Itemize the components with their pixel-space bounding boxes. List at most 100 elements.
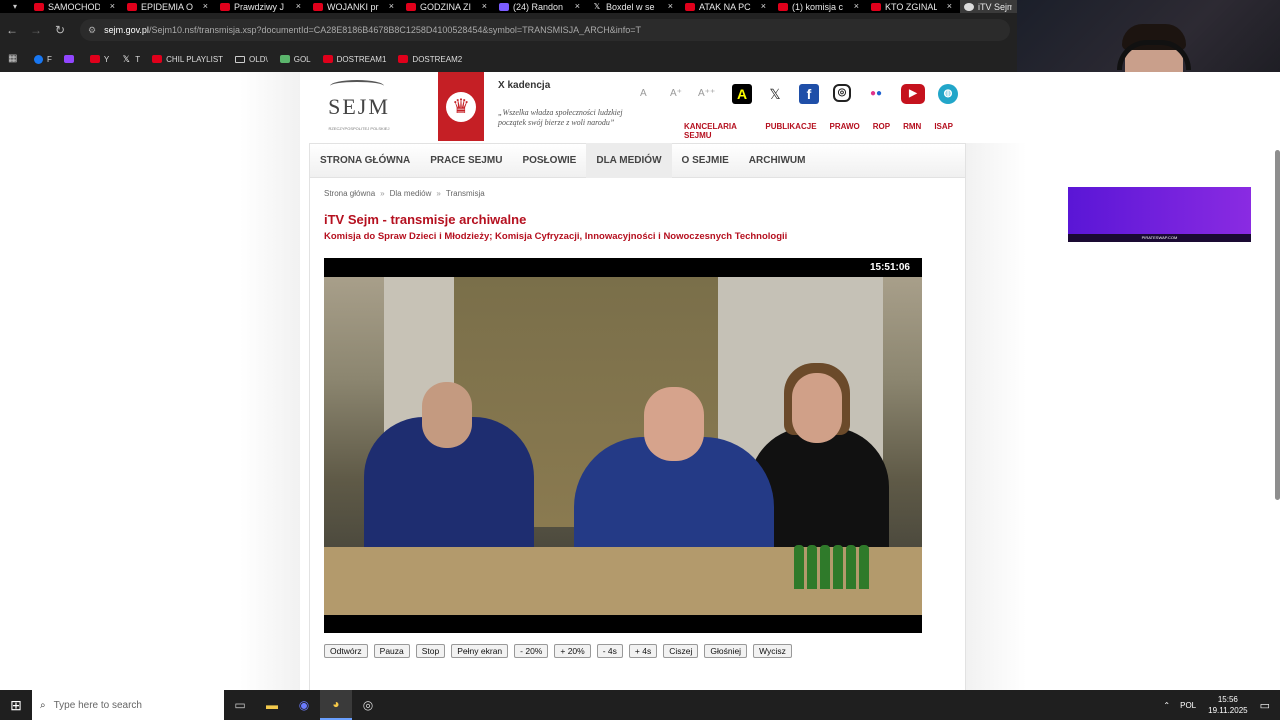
bookmark-f[interactable]: F (34, 54, 52, 64)
bookmark-old[interactable]: OLD\ (235, 55, 268, 64)
video-player[interactable]: 15:51:06 (324, 258, 922, 633)
a-icon[interactable]: A (732, 84, 752, 104)
sejm-logo[interactable]: SEJM RZECZYPOSPOLITEJ POLSKIEJ (324, 80, 394, 136)
bookmark-y[interactable]: Y (89, 55, 109, 64)
tab-2[interactable]: Prawdziwy J × (216, 0, 309, 13)
main-nav: STRONA GŁÓWNA PRACE SEJMU POSŁOWIE DLA M… (309, 143, 966, 178)
volume-up-button[interactable]: Głośniej (704, 644, 748, 658)
breadcrumb-home[interactable]: Strona główna (324, 189, 375, 198)
bookmark-dostream2[interactable]: DOSTREAM2 (398, 55, 462, 64)
tab-4[interactable]: GODZINA ZI × (402, 0, 495, 13)
youtube-icon (398, 55, 409, 63)
site-info-icon[interactable]: ⚙ (88, 25, 96, 36)
close-icon[interactable]: × (203, 0, 208, 13)
file-explorer-icon[interactable]: ▬ (256, 690, 288, 720)
fullscreen-button[interactable]: Pełny ekran (451, 644, 509, 658)
sejm-icon (964, 2, 974, 11)
bookmark-chil-playlist[interactable]: CHIL PLAYLIST (152, 55, 223, 64)
zoom-in-button[interactable]: + 20% (554, 644, 591, 658)
clock[interactable]: 15:56 19.11.2025 (1208, 694, 1247, 716)
tab-3[interactable]: WOJANKI pr × (309, 0, 402, 13)
scrollbar[interactable] (1275, 150, 1280, 500)
nav-prace-sejmu[interactable]: PRACE SEJMU (420, 143, 512, 178)
close-icon[interactable]: × (296, 0, 301, 13)
mute-button[interactable]: Wycisz (753, 644, 792, 658)
taskbar-search[interactable]: ⌕ Type here to search (32, 690, 224, 720)
apps-button[interactable]: ▦ (8, 54, 22, 64)
tray-chevron-icon[interactable]: ⌃ (1163, 701, 1170, 710)
ad-banner[interactable]: PIRATESWAP.COM (1068, 187, 1251, 242)
facebook-icon[interactable]: f (799, 84, 819, 104)
close-icon[interactable]: × (761, 0, 766, 13)
nav-o-sejmie[interactable]: O SEJMIE (672, 143, 739, 178)
tab-10-active[interactable]: iTV Sejm (960, 0, 1020, 13)
flickr-icon[interactable]: ●● (866, 84, 886, 104)
tab-search-icon[interactable]: ▾ (0, 0, 30, 13)
bookmark-t[interactable]: 𝕏T (121, 55, 141, 64)
forward-icon[interactable]: → (24, 23, 48, 37)
eagle-icon: ♛ (446, 92, 476, 122)
youtube-icon (220, 2, 230, 11)
close-icon[interactable]: × (947, 0, 952, 13)
nav-poslowie[interactable]: POSŁOWIE (512, 143, 586, 178)
back-icon[interactable]: ← (0, 23, 24, 37)
close-icon[interactable]: × (110, 0, 115, 13)
tab-5[interactable]: (24) Randon × (495, 0, 588, 13)
volume-down-button[interactable]: Ciszej (663, 644, 699, 658)
close-icon[interactable]: × (668, 0, 673, 13)
tab-9[interactable]: KTO ZGINAL × (867, 0, 960, 13)
bookmark-twitch[interactable] (63, 55, 78, 63)
tab-1[interactable]: EPIDEMIA O × (123, 0, 216, 13)
tab-7[interactable]: ATAK NA PC × (681, 0, 774, 13)
podcast-icon[interactable]: ◍ (938, 84, 958, 104)
task-view-icon[interactable]: ▭ (224, 690, 256, 720)
kadencja-label[interactable]: X kadencja (498, 80, 550, 91)
close-icon[interactable]: × (854, 0, 859, 13)
link-isap[interactable]: ISAP (934, 122, 953, 140)
link-rmn[interactable]: RMN (903, 122, 921, 140)
close-icon[interactable]: × (575, 0, 580, 13)
reload-icon[interactable]: ↻ (48, 23, 72, 37)
windows-start-icon[interactable]: ⊞ (0, 697, 32, 714)
tab-0[interactable]: SAMOCHOD × (30, 0, 123, 13)
tab-8[interactable]: (1) komisja c × (774, 0, 867, 13)
nav-dla-mediow[interactable]: DLA MEDIÓW (586, 143, 672, 178)
link-publikacje[interactable]: PUBLIKACJE (765, 122, 816, 140)
video-frame[interactable] (324, 277, 922, 615)
link-rop[interactable]: ROP (873, 122, 890, 140)
obs-icon[interactable]: ◎ (352, 690, 384, 720)
font-size-large-button[interactable]: A⁺ (670, 88, 682, 99)
address-bar[interactable]: ⚙ sejm.gov.pl/Sejm10.nsf/transmisja.xsp?… (80, 19, 1010, 41)
link-kancelaria-sejmu[interactable]: KANCELARIA SEJMU (684, 122, 752, 140)
chrome-icon[interactable]: ◕ (320, 690, 352, 720)
font-size-xlarge-button[interactable]: A⁺⁺ (698, 88, 715, 99)
rewind-button[interactable]: - 4s (596, 644, 623, 658)
breadcrumb-transmisja: Transmisja (445, 189, 485, 198)
pause-button[interactable]: Pauza (373, 644, 410, 658)
link-prawo[interactable]: PRAWO (830, 122, 860, 140)
page-title: iTV Sejm - transmisje archiwalne (324, 212, 527, 227)
discord-icon[interactable]: ◉ (288, 690, 320, 720)
zoom-out-button[interactable]: - 20% (514, 644, 549, 658)
person-left-head (422, 382, 472, 448)
close-icon[interactable]: × (482, 0, 487, 13)
youtube-icon[interactable]: ▶ (901, 84, 925, 104)
bookmarks-bar: ▦ F Y 𝕏T CHIL PLAYLIST OLD\ GOL DOSTREAM… (0, 46, 1017, 72)
close-icon[interactable]: × (389, 0, 394, 13)
breadcrumb-dla-mediow[interactable]: Dla mediów (390, 189, 432, 198)
stop-button[interactable]: Stop (415, 644, 446, 658)
forward-button[interactable]: + 4s (628, 644, 658, 658)
instagram-icon[interactable]: ◎ (833, 84, 851, 102)
language-indicator[interactable]: POL (1180, 701, 1196, 710)
play-button[interactable]: Odtwórz (324, 644, 368, 658)
content-panel: Strona główna » Dla mediów » Transmisja iTV … (309, 178, 966, 690)
font-size-normal-button[interactable]: A (640, 88, 647, 99)
bookmark-dostream1[interactable]: DOSTREAM1 (322, 55, 386, 64)
bookmark-gol[interactable]: GOL (279, 55, 311, 64)
breadcrumb: Strona główna » Dla mediów » Transmisja (324, 189, 485, 198)
tab-6[interactable]: 𝕏 Boxdel w se × (588, 0, 681, 13)
nav-strona-glowna[interactable]: STRONA GŁÓWNA (310, 143, 420, 178)
notification-icon[interactable]: ▭ (1260, 699, 1270, 712)
nav-archiwum[interactable]: ARCHIWUM (739, 143, 816, 178)
x-icon[interactable]: 𝕏 (765, 84, 785, 104)
